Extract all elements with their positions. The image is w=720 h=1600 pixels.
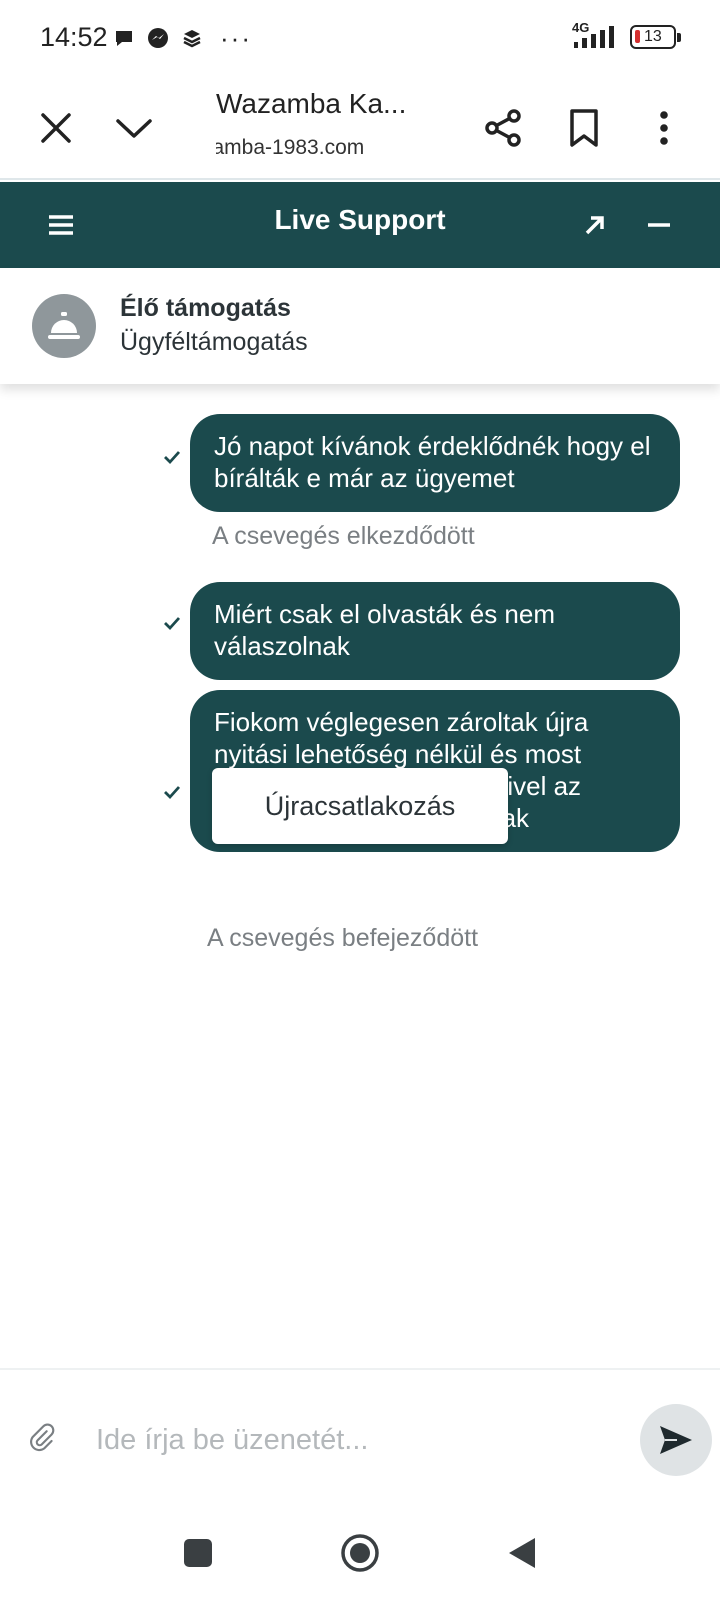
agent-name: Élő támogatás [120,294,291,322]
send-icon [660,1426,692,1454]
message-bubble: Jó napot kívánok érdeklődnék hogy el bír… [190,414,680,512]
sent-check-icon [164,786,181,800]
message-list[interactable]: Jó napot kívánok érdeklődnék hogy el bír… [0,384,720,1368]
chat-started-notice: A csevegés elkezdődött [212,522,475,550]
message-text: Jó napot kívánok érdeklődnék hogy el bír… [214,431,651,493]
more-vertical-icon [660,111,668,145]
sent-check-icon [164,617,181,631]
avatar [32,294,96,358]
close-icon [41,113,71,143]
share-button[interactable] [476,100,532,156]
custom-tab-toolbar: Wazamba Ka... zamba-1983.com [0,78,720,180]
reconnect-button[interactable]: Újracsatlakozás [212,768,508,844]
overflow-menu-button[interactable] [636,100,692,156]
minus-icon [648,223,670,227]
message-bubble: Miért csak el olvasták és nem válaszolna… [190,582,680,680]
message-input[interactable] [96,1410,616,1470]
square-icon [184,1539,212,1567]
agent-info: Élő támogatás Ügyféltámogatás [0,268,720,384]
popout-button[interactable] [572,202,618,248]
minimize-chat-button[interactable] [636,202,682,248]
paperclip-icon [30,1423,55,1452]
minimize-tab-button[interactable] [106,100,162,156]
chat-bubble-icon [112,26,136,50]
chevron-down-icon [116,119,152,138]
status-time: 14:52 [40,22,108,52]
status-bar: 14:52 ··· 4G 13 [0,0,720,78]
home-button[interactable] [335,1528,385,1578]
battery-icon: 13 [630,25,681,49]
page-title[interactable]: Wazamba Ka... [216,88,406,120]
message-composer [0,1368,720,1506]
notification-icons: ··· [112,23,252,53]
back-button[interactable] [497,1528,547,1578]
chat-ended-notice: A csevegés befejeződött [207,924,479,952]
recents-button[interactable] [173,1528,223,1578]
battery-level: 13 [644,28,662,45]
close-tab-button[interactable] [28,100,84,156]
message-text: Miért csak el olvasták és nem válaszolna… [214,599,556,661]
system-icons: 4G 13 [572,20,681,50]
service-bell-icon [48,312,80,339]
messenger-icon [146,26,170,50]
share-icon [485,109,521,147]
arrow-up-right-icon [585,216,604,235]
agent-role: Ügyféltámogatás [120,328,308,356]
bookmark-button[interactable] [556,100,612,156]
bookmark-icon [570,109,598,147]
chat-header: Live Support [0,182,720,268]
send-button[interactable] [640,1404,712,1476]
signal-icon: 4G [572,20,618,50]
more-notifications-icon: ··· [220,23,252,53]
sent-check-icon [164,451,181,465]
attach-button[interactable] [20,1418,64,1462]
system-nav-bar [0,1506,720,1600]
layers-icon [180,26,204,50]
back-triangle-icon [509,1538,535,1568]
page-url[interactable]: zamba-1983.com [216,136,376,160]
home-circle-icon [341,1534,379,1572]
